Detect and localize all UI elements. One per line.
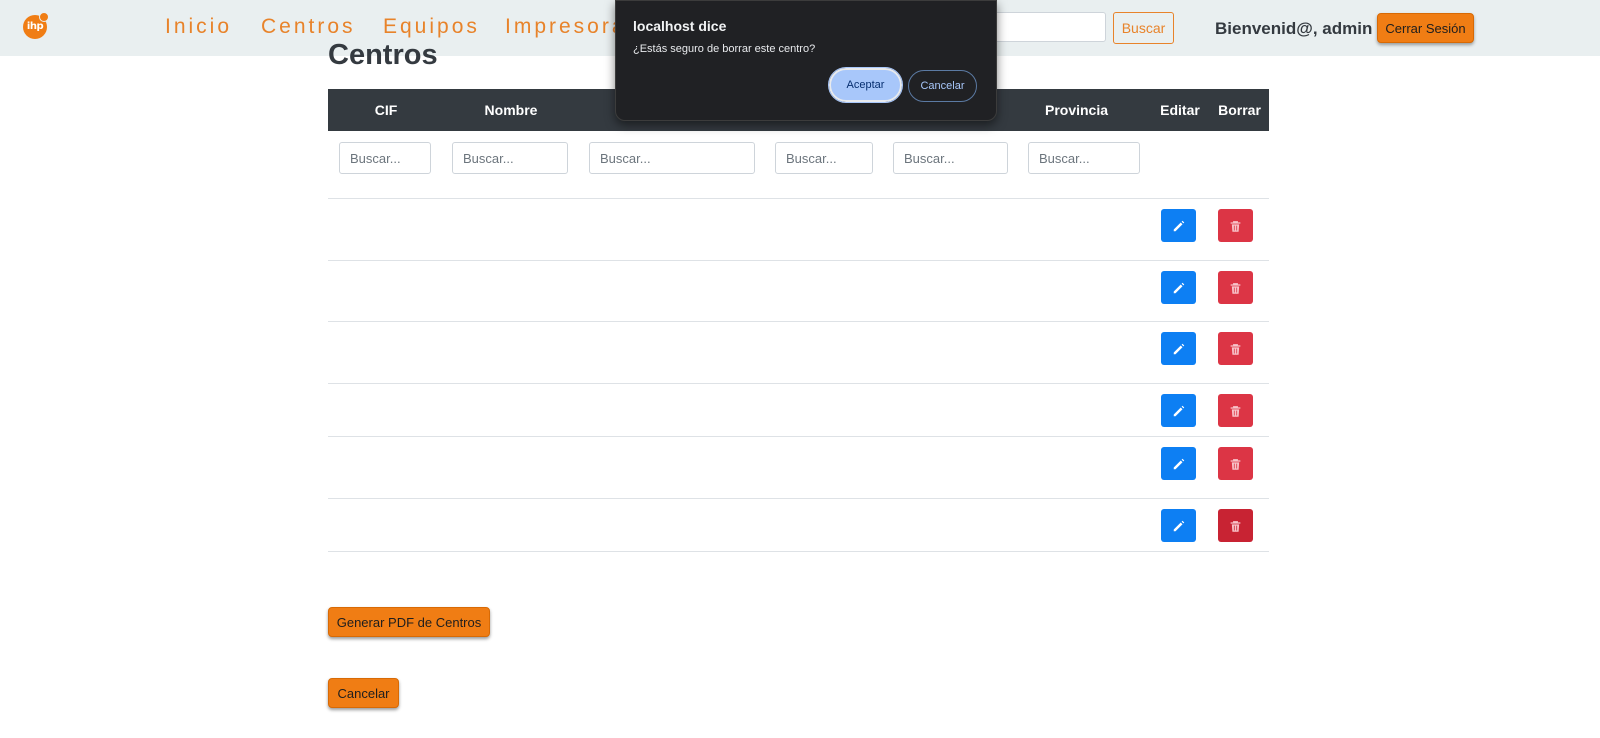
generate-pdf-button[interactable]: Generar PDF de Centros: [328, 607, 490, 637]
delete-button[interactable]: [1218, 509, 1253, 542]
delete-button[interactable]: [1218, 271, 1253, 304]
row-divider: [328, 383, 1269, 384]
filter-input-nombre[interactable]: [452, 142, 568, 174]
column-header-borrar: Borrar: [1218, 102, 1261, 118]
filter-input-cif[interactable]: [339, 142, 431, 174]
filter-input-localidad[interactable]: [775, 142, 873, 174]
pencil-icon: [1173, 405, 1184, 416]
dialog-cancel-button[interactable]: Cancelar: [908, 70, 977, 102]
filter-input-provincia[interactable]: [1028, 142, 1140, 174]
delete-button[interactable]: [1218, 332, 1253, 365]
pencil-icon: [1173, 458, 1184, 469]
logo[interactable]: ihp: [23, 12, 49, 39]
row-divider: [328, 321, 1269, 322]
trash-icon: [1230, 220, 1241, 232]
edit-button[interactable]: [1161, 394, 1196, 427]
nav-link-centros[interactable]: Centros: [261, 15, 356, 39]
dialog-message: ¿Estás seguro de borrar este centro?: [633, 43, 816, 55]
welcome-text: Bienvenid@, admin: [1215, 19, 1373, 38]
confirm-dialog: localhost dice ¿Estás seguro de borrar e…: [615, 0, 997, 121]
column-header-provincia: Provincia: [1044, 102, 1109, 118]
trash-icon: [1230, 405, 1241, 417]
row-divider: [328, 198, 1269, 199]
trash-icon: [1230, 520, 1241, 532]
column-header-cif: CIF: [374, 102, 398, 118]
filter-input-direccion[interactable]: [589, 142, 755, 174]
row-divider: [328, 498, 1269, 499]
nav-link-equipos[interactable]: Equipos: [383, 15, 480, 39]
pencil-icon: [1173, 343, 1184, 354]
trash-icon: [1230, 282, 1241, 294]
logout-button[interactable]: Cerrar Sesión: [1377, 13, 1474, 43]
delete-button[interactable]: [1218, 447, 1253, 480]
edit-button[interactable]: [1161, 332, 1196, 365]
pencil-icon: [1173, 220, 1184, 231]
edit-button[interactable]: [1161, 271, 1196, 304]
row-divider: [328, 436, 1269, 437]
pencil-icon: [1173, 282, 1184, 293]
pencil-icon: [1173, 520, 1184, 531]
nav-link-impresoras[interactable]: Impresora: [505, 15, 627, 39]
filter-input-telefono[interactable]: [893, 142, 1008, 174]
nav-link-inicio[interactable]: Inicio: [165, 15, 232, 39]
trash-icon: [1230, 343, 1241, 355]
edit-button[interactable]: [1161, 509, 1196, 542]
row-divider: [328, 260, 1269, 261]
navbar-search-button[interactable]: Buscar: [1113, 12, 1174, 44]
edit-button[interactable]: [1161, 447, 1196, 480]
edit-button[interactable]: [1161, 209, 1196, 242]
column-header-editar: Editar: [1160, 102, 1200, 118]
dialog-accept-button[interactable]: Aceptar: [828, 67, 903, 103]
column-header-nombre: Nombre: [484, 102, 538, 118]
cancel-button[interactable]: Cancelar: [328, 678, 399, 708]
page-title: Centros: [328, 39, 438, 71]
delete-button[interactable]: [1218, 394, 1253, 427]
trash-icon: [1230, 458, 1241, 470]
delete-button[interactable]: [1218, 209, 1253, 242]
dialog-title: localhost dice: [633, 18, 727, 34]
row-divider: [328, 551, 1269, 552]
